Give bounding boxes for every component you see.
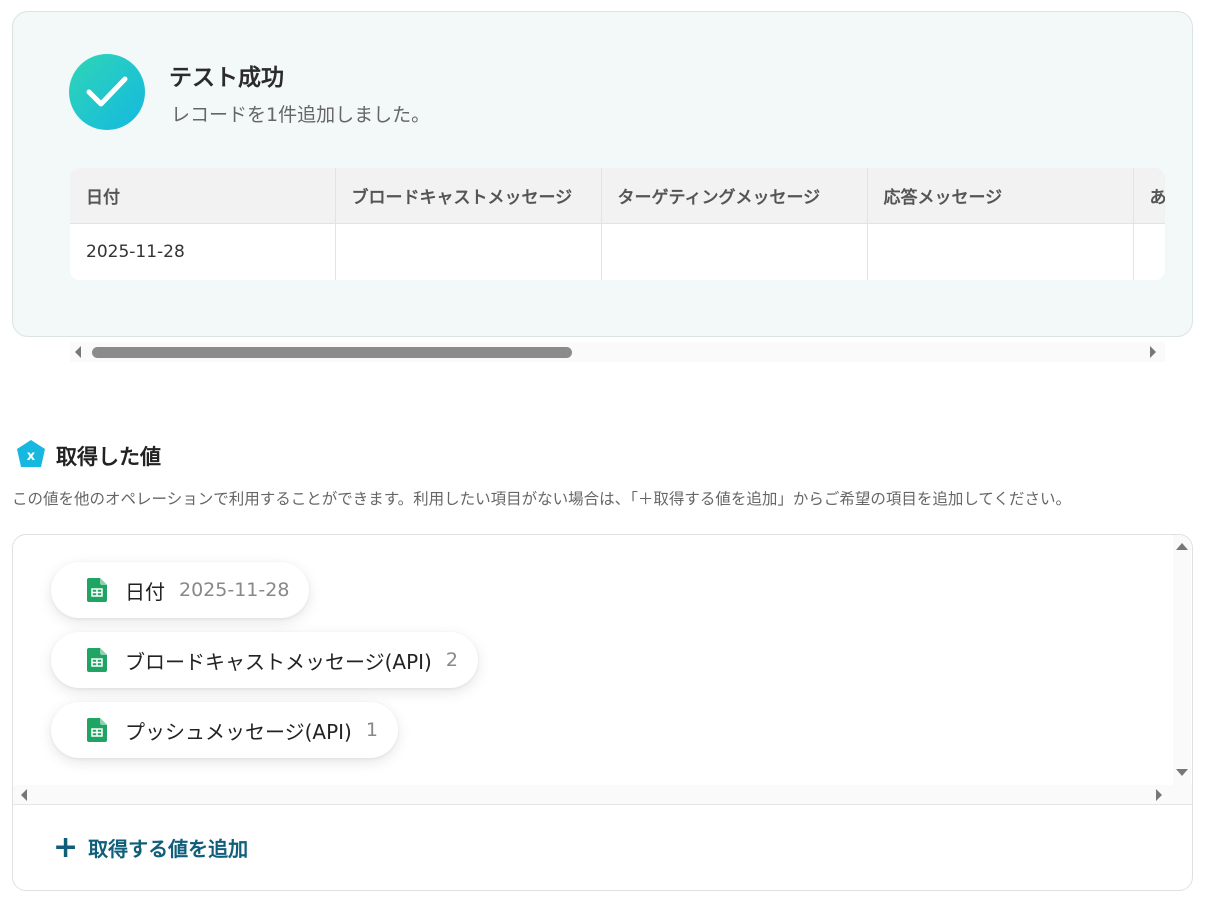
scroll-down-icon[interactable] [1176, 769, 1188, 776]
value-text: 2025-11-28 [179, 579, 290, 601]
spreadsheet-icon [87, 578, 107, 602]
plus-icon: + [53, 829, 79, 865]
scroll-right-icon[interactable] [1156, 789, 1162, 801]
scroll-up-icon[interactable] [1176, 543, 1188, 550]
add-value-row: + 取得する値を追加 [13, 806, 1192, 890]
svg-text:x: x [27, 449, 36, 464]
value-label: プッシュメッセージ(API) [125, 719, 352, 744]
table-header: ブロードキャストメッセージ [335, 168, 602, 224]
check-circle-icon [69, 54, 145, 130]
values-vertical-scrollbar[interactable] [1173, 535, 1191, 785]
scrollbar-thumb[interactable] [92, 347, 572, 358]
value-label: ブロードキャストメッセージ(API) [125, 649, 432, 674]
table-horizontal-scrollbar[interactable] [70, 342, 1165, 362]
test-success-card: テスト成功 レコードを1件追加しました。 日付 ブロードキャストメッセージ ター… [12, 11, 1193, 337]
table-cell [1133, 223, 1165, 280]
success-subtitle: レコードを1件追加しました。 [171, 104, 431, 126]
add-value-button[interactable]: + 取得する値を追加 [53, 829, 249, 865]
scroll-left-icon[interactable] [21, 789, 27, 801]
acquired-values-list: 日付 2025-11-28 ブロードキャストメッセージ(API) 2 プッシュメ… [13, 535, 1173, 787]
section-title: 取得した値 [56, 445, 161, 469]
variable-icon: x [17, 440, 45, 467]
table-cell [335, 223, 602, 280]
value-chip-date[interactable]: 日付 2025-11-28 [51, 562, 310, 618]
value-label: 日付 [125, 579, 165, 604]
table-header: ターゲティングメッセージ [601, 168, 868, 224]
acquired-values-box: 日付 2025-11-28 ブロードキャストメッセージ(API) 2 プッシュメ… [12, 534, 1193, 891]
table-header: 応答メッセージ [867, 168, 1134, 224]
scroll-right-icon[interactable] [1150, 346, 1156, 358]
add-value-label: 取得する値を追加 [88, 837, 249, 861]
values-horizontal-scrollbar[interactable] [13, 785, 1192, 805]
table-header: あ [1133, 168, 1165, 224]
value-chip-broadcast[interactable]: ブロードキャストメッセージ(API) 2 [51, 632, 478, 688]
table-cell [601, 223, 868, 280]
spreadsheet-icon [87, 648, 107, 672]
value-text: 1 [365, 719, 378, 741]
value-chip-push[interactable]: プッシュメッセージ(API) 1 [51, 702, 398, 758]
value-text: 2 [445, 649, 458, 671]
success-title: テスト成功 [169, 65, 284, 91]
table-row: 2025-11-28 [70, 223, 1165, 280]
section-description: この値を他のオペレーションで利用することができます。利用したい項目がない場合は、… [12, 490, 1071, 508]
table-header: 日付 [70, 168, 336, 224]
result-table: 日付 ブロードキャストメッセージ ターゲティングメッセージ 応答メッセージ あ … [70, 168, 1165, 280]
table-cell [867, 223, 1134, 280]
spreadsheet-icon [87, 718, 107, 742]
scroll-left-icon[interactable] [75, 346, 81, 358]
table-cell: 2025-11-28 [70, 223, 336, 280]
